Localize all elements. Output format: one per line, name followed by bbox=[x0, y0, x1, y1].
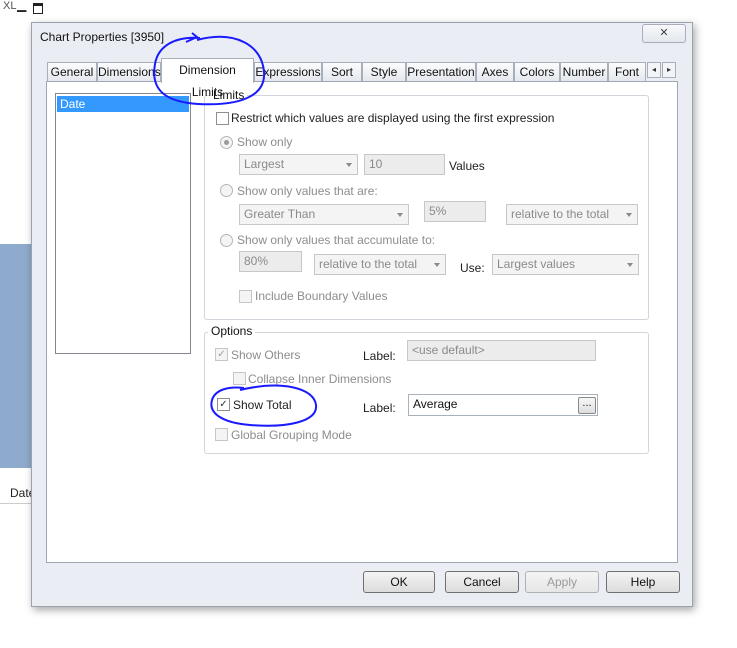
show-total-checkbox[interactable]: ✓ bbox=[217, 398, 230, 411]
tab-axes[interactable]: Axes bbox=[476, 62, 514, 81]
collapse-inner-checkbox[interactable] bbox=[233, 372, 246, 385]
restrict-label: Restrict which values are displayed usin… bbox=[231, 111, 555, 125]
app-label: XL bbox=[3, 0, 17, 12]
global-grouping-checkbox[interactable] bbox=[215, 428, 228, 441]
global-grouping-label: Global Grouping Mode bbox=[231, 428, 352, 442]
help-button[interactable]: Help bbox=[606, 571, 680, 593]
show-others-checkbox[interactable]: ✓ bbox=[215, 348, 228, 361]
tab-general[interactable]: General bbox=[47, 62, 97, 81]
show-only-combo[interactable]: Largest bbox=[239, 154, 358, 175]
others-label-caption: Label: bbox=[363, 349, 396, 363]
chevron-down-icon bbox=[346, 163, 352, 167]
ok-button[interactable]: OK bbox=[363, 571, 435, 593]
tab-colors[interactable]: Colors bbox=[514, 62, 560, 81]
comparison-value-field[interactable]: 5% bbox=[424, 201, 486, 222]
tab-number[interactable]: Number bbox=[560, 62, 608, 81]
background-divider bbox=[0, 503, 32, 504]
cancel-button[interactable]: Cancel bbox=[445, 571, 519, 593]
tab-scroll-right-icon[interactable]: ▸ bbox=[662, 62, 676, 78]
relative-combo-1-value: relative to the total bbox=[511, 207, 610, 221]
tab-sort[interactable]: Sort bbox=[322, 62, 362, 81]
comparison-combo[interactable]: Greater Than bbox=[239, 204, 409, 225]
relative-combo-2-value: relative to the total bbox=[319, 257, 418, 271]
include-boundary-label: Include Boundary Values bbox=[255, 289, 388, 303]
chevron-down-icon bbox=[627, 263, 633, 267]
maximize-icon[interactable] bbox=[33, 3, 43, 14]
tab-dimension-limits[interactable]: Dimension Limits bbox=[161, 58, 254, 99]
chevron-down-icon bbox=[434, 263, 440, 267]
use-combo-value: Largest values bbox=[497, 257, 576, 271]
use-combo[interactable]: Largest values bbox=[492, 254, 639, 275]
show-only-values-label: Show only values that are: bbox=[237, 184, 378, 198]
include-boundary-checkbox[interactable] bbox=[239, 290, 252, 303]
accumulate-value-field[interactable]: 80% bbox=[239, 251, 302, 272]
apply-button[interactable]: Apply bbox=[525, 571, 599, 593]
tab-scroll-left-icon[interactable]: ◂ bbox=[647, 62, 661, 78]
background-chart-strip bbox=[0, 244, 32, 468]
show-only-combo-value: Largest bbox=[244, 157, 285, 171]
show-total-label: Show Total bbox=[233, 398, 292, 412]
relative-combo-2[interactable]: relative to the total bbox=[314, 254, 446, 275]
tab-expressions[interactable]: Expressions bbox=[254, 62, 322, 81]
restrict-checkbox[interactable] bbox=[216, 112, 229, 125]
values-label: Values bbox=[449, 159, 485, 173]
total-label-caption: Label: bbox=[363, 401, 396, 415]
show-others-label: Show Others bbox=[231, 348, 301, 362]
chevron-down-icon bbox=[626, 213, 632, 217]
comparison-combo-value: Greater Than bbox=[244, 207, 316, 221]
tab-style[interactable]: Style bbox=[362, 62, 406, 81]
collapse-inner-label: Collapse Inner Dimensions bbox=[248, 372, 392, 386]
show-only-values-radio[interactable] bbox=[220, 184, 233, 197]
total-label-more-button[interactable]: ... bbox=[578, 397, 596, 414]
relative-combo-1[interactable]: relative to the total bbox=[506, 204, 638, 225]
tab-font[interactable]: Font bbox=[608, 62, 646, 81]
accumulate-radio[interactable] bbox=[220, 234, 233, 247]
dimension-listbox[interactable]: Date bbox=[55, 93, 191, 354]
minimize-icon[interactable]: ▁ bbox=[17, 0, 26, 12]
close-button[interactable]: ✕ bbox=[642, 24, 686, 43]
others-label-field[interactable]: <use default> bbox=[407, 340, 596, 361]
accumulate-label: Show only values that accumulate to: bbox=[237, 233, 436, 247]
close-icon: ✕ bbox=[659, 27, 669, 39]
show-only-label: Show only bbox=[237, 135, 293, 149]
chart-properties-dialog: Chart Properties [3950] ✕ General Dimens… bbox=[31, 22, 693, 607]
chevron-down-icon bbox=[397, 213, 403, 217]
list-item[interactable]: Date bbox=[57, 96, 189, 112]
show-only-radio[interactable] bbox=[220, 136, 233, 149]
tab-dimensions[interactable]: Dimensions bbox=[97, 62, 161, 81]
show-only-count-field[interactable]: 10 bbox=[364, 154, 445, 175]
dialog-title: Chart Properties [3950] bbox=[40, 30, 165, 44]
tab-presentation[interactable]: Presentation bbox=[406, 62, 476, 81]
use-label: Use: bbox=[460, 261, 485, 275]
options-group-label: Options bbox=[208, 324, 256, 338]
total-label-field[interactable]: Average bbox=[408, 394, 598, 416]
